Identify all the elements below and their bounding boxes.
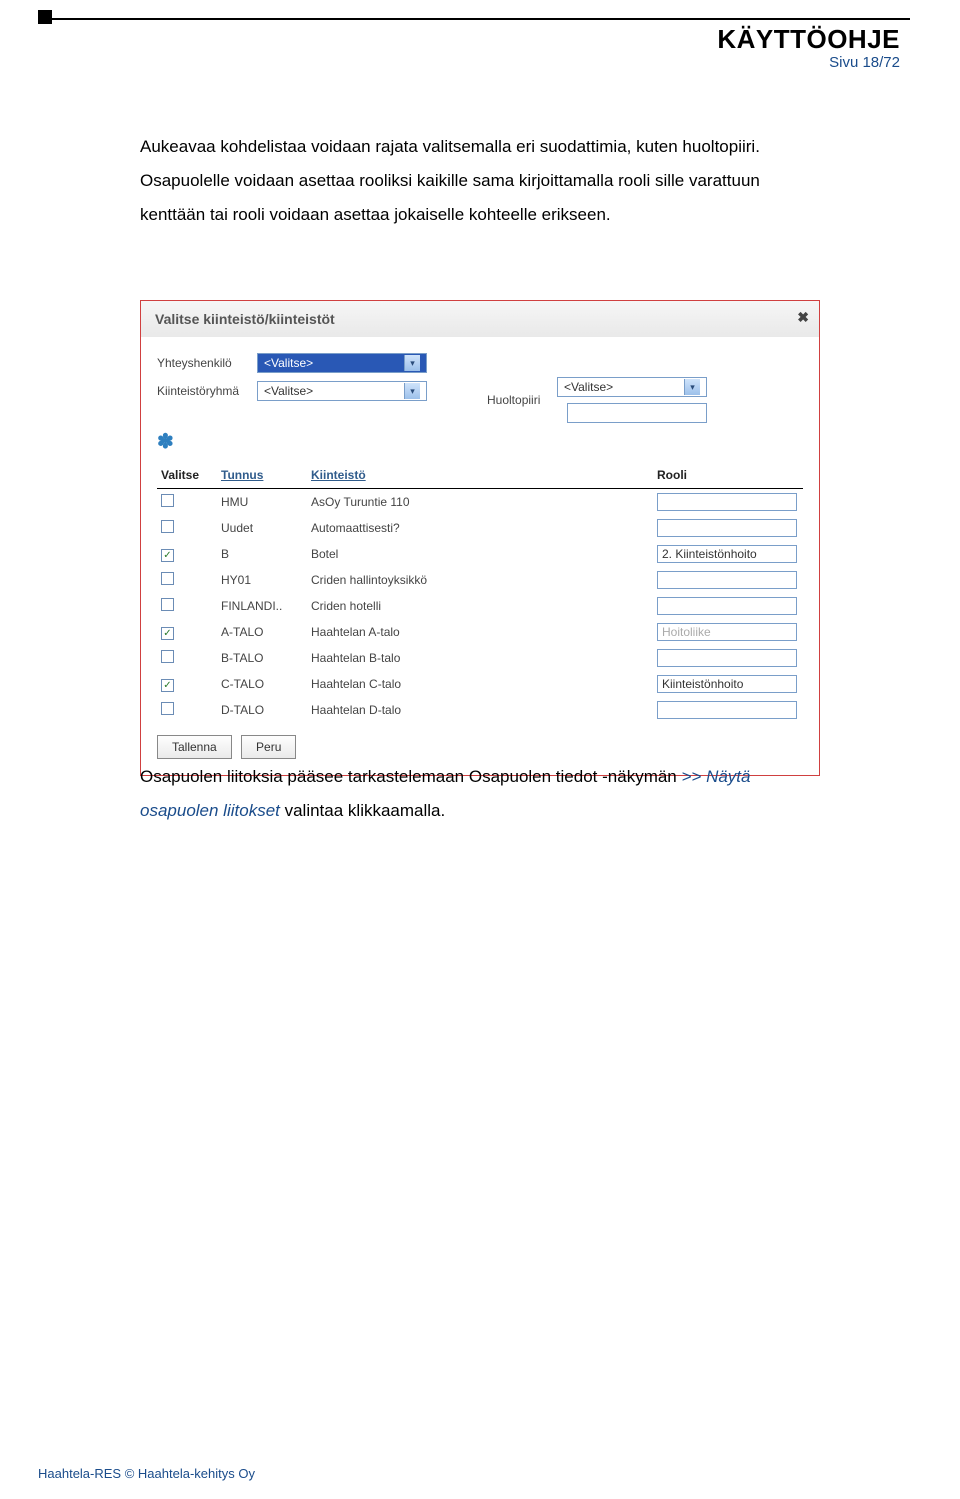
row-kiinteisto: Haahtelan D-talo bbox=[307, 697, 653, 723]
cancel-button[interactable]: Peru bbox=[241, 735, 296, 759]
row-tunnus: C-TALO bbox=[217, 671, 307, 697]
row-checkbox[interactable] bbox=[161, 650, 174, 663]
dialog-title: Valitse kiinteistö/kiinteistöt bbox=[155, 311, 335, 327]
chevron-down-icon: ▾ bbox=[404, 355, 420, 371]
chevron-down-icon: ▾ bbox=[684, 379, 700, 395]
yhteyshenkilo-label: Yhteyshenkilö bbox=[157, 356, 257, 370]
table-row: UudetAutomaattisesti? bbox=[157, 515, 803, 541]
kiinteisto-table: Valitse Tunnus Kiinteistö Rooli HMUAsOy … bbox=[157, 462, 803, 723]
table-row: D-TALOHaahtelan D-talo bbox=[157, 697, 803, 723]
row-rooli-input[interactable] bbox=[657, 519, 797, 537]
paragraph-2: Osapuolen liitoksia pääsee tarkastelemaa… bbox=[140, 760, 800, 828]
row-checkbox[interactable]: ✓ bbox=[161, 679, 174, 692]
row-tunnus: HMU bbox=[217, 489, 307, 516]
col-rooli: Rooli bbox=[653, 462, 803, 489]
huoltopiiri-value: <Valitse> bbox=[564, 380, 613, 394]
row-kiinteisto: Haahtelan B-talo bbox=[307, 645, 653, 671]
dialog-header: Valitse kiinteistö/kiinteistöt ✖ bbox=[141, 301, 819, 337]
footer-copyright: Haahtela-RES © Haahtela-kehitys Oy bbox=[38, 1466, 255, 1481]
row-tunnus: B-TALO bbox=[217, 645, 307, 671]
row-rooli-input[interactable]: Kiinteistönhoito bbox=[657, 675, 797, 693]
row-tunnus: D-TALO bbox=[217, 697, 307, 723]
para2-text-a: Osapuolen liitoksia pääsee tarkastelemaa… bbox=[140, 767, 682, 786]
row-tunnus: FINLANDI.. bbox=[217, 593, 307, 619]
page-number: Sivu 18/72 bbox=[829, 54, 900, 71]
row-checkbox[interactable] bbox=[161, 494, 174, 507]
row-checkbox[interactable] bbox=[161, 598, 174, 611]
paragraph-1: Aukeavaa kohdelistaa voidaan rajata vali… bbox=[140, 130, 800, 232]
yhteyshenkilo-select[interactable]: <Valitse> ▾ bbox=[257, 353, 427, 373]
doc-title: KÄYTTÖOHJE bbox=[717, 24, 900, 55]
row-kiinteisto: Botel bbox=[307, 541, 653, 567]
close-icon[interactable]: ✖ bbox=[797, 309, 809, 326]
dialog-screenshot: Valitse kiinteistö/kiinteistöt ✖ Yhteysh… bbox=[140, 300, 820, 776]
row-checkbox[interactable] bbox=[161, 702, 174, 715]
table-row: FINLANDI..Criden hotelli bbox=[157, 593, 803, 619]
col-tunnus[interactable]: Tunnus bbox=[217, 462, 307, 489]
row-rooli-input[interactable]: Hoitoliike bbox=[657, 623, 797, 641]
row-tunnus: A-TALO bbox=[217, 619, 307, 645]
asterisk-icon: ✽ bbox=[157, 429, 803, 454]
row-rooli-input[interactable] bbox=[657, 649, 797, 667]
kiinteistoryhma-value: <Valitse> bbox=[264, 384, 313, 398]
row-rooli-input[interactable] bbox=[657, 571, 797, 589]
row-checkbox[interactable] bbox=[161, 572, 174, 585]
kiinteistoryhma-select[interactable]: <Valitse> ▾ bbox=[257, 381, 427, 401]
table-row: ✓ BBotel2. Kiinteistönhoito bbox=[157, 541, 803, 567]
row-tunnus: Uudet bbox=[217, 515, 307, 541]
table-row: B-TALOHaahtelan B-talo bbox=[157, 645, 803, 671]
row-kiinteisto: Criden hallintoyksikkö bbox=[307, 567, 653, 593]
row-kiinteisto: Automaattisesti? bbox=[307, 515, 653, 541]
yhteyshenkilo-value: <Valitse> bbox=[264, 356, 313, 370]
table-row: ✓ A-TALOHaahtelan A-taloHoitoliike bbox=[157, 619, 803, 645]
row-kiinteisto: Criden hotelli bbox=[307, 593, 653, 619]
row-checkbox[interactable]: ✓ bbox=[161, 549, 174, 562]
row-kiinteisto: Haahtelan C-talo bbox=[307, 671, 653, 697]
chevron-down-icon: ▾ bbox=[404, 383, 420, 399]
row-kiinteisto: AsOy Turuntie 110 bbox=[307, 489, 653, 516]
row-checkbox[interactable] bbox=[161, 520, 174, 533]
row-rooli-input[interactable]: 2. Kiinteistönhoito bbox=[657, 545, 797, 563]
row-tunnus: B bbox=[217, 541, 307, 567]
table-row: ✓ C-TALOHaahtelan C-taloKiinteistönhoito bbox=[157, 671, 803, 697]
table-row: HY01Criden hallintoyksikkö bbox=[157, 567, 803, 593]
rooli-bulk-input[interactable] bbox=[567, 403, 707, 423]
col-valitse: Valitse bbox=[157, 462, 217, 489]
save-button[interactable]: Tallenna bbox=[157, 735, 232, 759]
huoltopiiri-label: Huoltopiiri bbox=[487, 393, 557, 407]
para2-text-b: valintaa klikkaamalla. bbox=[280, 801, 445, 820]
row-kiinteisto: Haahtelan A-talo bbox=[307, 619, 653, 645]
table-row: HMUAsOy Turuntie 110 bbox=[157, 489, 803, 516]
kiinteistoryhma-label: Kiinteistöryhmä bbox=[157, 384, 257, 398]
row-tunnus: HY01 bbox=[217, 567, 307, 593]
row-rooli-input[interactable] bbox=[657, 597, 797, 615]
huoltopiiri-select[interactable]: <Valitse> ▾ bbox=[557, 377, 707, 397]
col-kiinteisto[interactable]: Kiinteistö bbox=[307, 462, 653, 489]
row-rooli-input[interactable] bbox=[657, 701, 797, 719]
row-checkbox[interactable]: ✓ bbox=[161, 627, 174, 640]
row-rooli-input[interactable] bbox=[657, 493, 797, 511]
